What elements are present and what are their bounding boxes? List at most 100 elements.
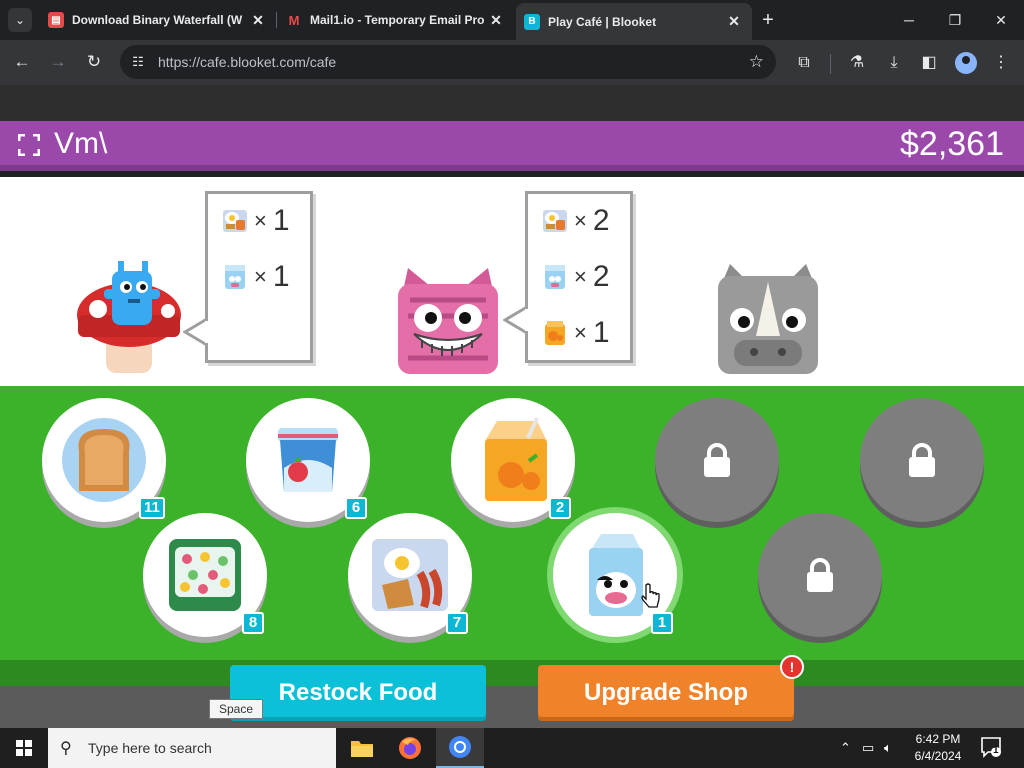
- orange-juice-icon: [545, 321, 565, 345]
- mail-favicon-icon: M: [286, 12, 302, 28]
- food-slot-locked[interactable]: [655, 398, 779, 522]
- customer-pink-cat-avatar: [398, 268, 498, 374]
- back-arrow-icon[interactable]: ←: [10, 50, 34, 74]
- customer-blue-alien-avatar: [77, 261, 181, 373]
- times-sign: ×: [574, 264, 587, 289]
- close-window-button[interactable]: ✕: [978, 0, 1024, 40]
- page-top-bar: [0, 85, 1024, 121]
- food-count-milk: 1: [651, 612, 673, 634]
- chrome-icon: [449, 736, 471, 758]
- times-sign: ×: [254, 208, 267, 233]
- food-count-cereal: 8: [242, 612, 264, 634]
- tab-binary-waterfall[interactable]: ▤ Download Binary Waterfall (W ✕: [40, 4, 276, 36]
- tab-close-icon[interactable]: ✕: [248, 12, 268, 29]
- taskbar-search-box[interactable]: ⚲ Type here to search: [48, 728, 336, 768]
- clock-date: 6/4/2024: [914, 749, 962, 763]
- breakfast-plate-icon: [543, 210, 567, 232]
- order-item: × 1: [222, 204, 290, 238]
- labs-flask-icon[interactable]: ⚗: [846, 52, 868, 74]
- tab-search-button[interactable]: ⌄: [8, 8, 32, 32]
- restore-button[interactable]: ❐: [932, 0, 978, 40]
- fullscreen-icon[interactable]: [18, 134, 40, 156]
- order-item: × 2: [542, 260, 610, 294]
- tab-mail1[interactable]: M Mail1.io - Temporary Email Pro ✕: [278, 4, 514, 36]
- store-favicon-icon: ▤: [48, 12, 64, 28]
- food-count-yogurt: 6: [345, 497, 367, 519]
- order-quantity: 1: [272, 260, 290, 293]
- reload-icon[interactable]: ↻: [82, 50, 106, 74]
- site-info-icon[interactable]: ☷: [130, 54, 146, 70]
- food-count-breakfast-plate: 7: [446, 612, 468, 634]
- firefox-icon: [399, 737, 421, 759]
- search-icon: ⚲: [60, 740, 72, 757]
- browser-toolbar: ← → ↻ ☷ https://cafe.blooket.com/cafe ☆ …: [0, 40, 1024, 85]
- folder-icon: [351, 741, 373, 757]
- toolbar-divider: [830, 54, 831, 74]
- file-explorer-taskbar-button[interactable]: [338, 728, 386, 768]
- firefox-taskbar-button[interactable]: [386, 728, 434, 768]
- side-panel-icon[interactable]: ◧: [918, 52, 940, 74]
- food-count-orange-juice: 2: [549, 497, 571, 519]
- space-key-hint: Space: [209, 699, 263, 719]
- toast-icon: [62, 418, 146, 502]
- cereal-icon: [169, 539, 241, 611]
- tab-title: Download Binary Waterfall (W: [72, 13, 243, 27]
- bubble-tail: [503, 305, 529, 335]
- cash-amount: $2,361: [900, 125, 1004, 163]
- lock-icon: [807, 558, 833, 592]
- upgrade-shop-button[interactable]: Upgrade Shop: [538, 665, 794, 721]
- extensions-icon[interactable]: ⧉: [793, 52, 815, 74]
- yogurt-icon: [278, 428, 338, 492]
- blooket-favicon-icon: B: [524, 13, 540, 30]
- notification-count: 1: [993, 745, 999, 756]
- order-item: × 1: [542, 316, 610, 350]
- hand-cursor-icon: [641, 583, 660, 608]
- order-item: × 2: [542, 204, 610, 238]
- tab-close-icon[interactable]: ✕: [724, 13, 744, 30]
- times-sign: ×: [574, 320, 587, 345]
- browser-tab-bar: ⌄ ▤ Download Binary Waterfall (W ✕ M Mai…: [0, 0, 1024, 40]
- game-header: Vm\ $2,361: [0, 121, 1024, 171]
- milk-carton-icon: [545, 265, 565, 289]
- restock-food-button[interactable]: Restock Food: [230, 665, 486, 721]
- tab-close-icon[interactable]: ✕: [486, 12, 506, 29]
- network-icon[interactable]: ▭: [862, 740, 874, 756]
- times-sign: ×: [574, 208, 587, 233]
- tab-play-cafe[interactable]: B Play Café | Blooket ✕: [516, 3, 752, 40]
- breakfast-plate-icon: [372, 539, 448, 611]
- chrome-taskbar-button[interactable]: [436, 728, 484, 768]
- menu-kebab-icon[interactable]: ⋮: [990, 52, 1012, 74]
- start-button[interactable]: [0, 728, 48, 768]
- bubble-tail: [183, 317, 209, 347]
- order-item: × 1: [222, 260, 290, 294]
- food-slot-locked[interactable]: [758, 513, 882, 637]
- chevron-up-icon[interactable]: ⌃: [840, 740, 851, 756]
- minimize-button[interactable]: ─: [886, 0, 932, 40]
- orange-juice-icon: [485, 417, 547, 501]
- milk-carton-icon: [225, 265, 245, 289]
- download-icon[interactable]: ⤓: [883, 52, 905, 74]
- order-quantity: 2: [592, 204, 610, 237]
- url-text[interactable]: https://cafe.blooket.com/cafe: [158, 54, 336, 70]
- food-slot-locked[interactable]: [860, 398, 984, 522]
- tab-title: Play Café | Blooket: [548, 14, 657, 29]
- lock-icon: [704, 443, 730, 477]
- lock-icon: [909, 443, 935, 477]
- notification-center-button[interactable]: 1: [980, 736, 1004, 760]
- customer-area: × 1 × 1 × 2 × 2 × 1: [0, 177, 1024, 386]
- tab-title: Mail1.io - Temporary Email Pro: [310, 13, 485, 27]
- food-shelf-base: [0, 660, 1024, 686]
- address-bar[interactable]: ☷ https://cafe.blooket.com/cafe ☆: [120, 45, 776, 79]
- taskbar-clock[interactable]: 6:42 PM 6/4/2024: [908, 731, 968, 765]
- volume-muted-icon[interactable]: 🔈︎: [884, 740, 892, 756]
- windows-logo-icon: [16, 740, 32, 756]
- bookmark-star-icon[interactable]: ☆: [749, 52, 764, 72]
- food-count-toast: 11: [139, 497, 165, 519]
- forward-arrow-icon[interactable]: →: [46, 50, 70, 74]
- clock-time: 6:42 PM: [915, 732, 961, 746]
- order-quantity: 1: [592, 316, 610, 349]
- order-bubble-customer-1: × 1 × 1: [205, 191, 313, 363]
- search-placeholder: Type here to search: [88, 740, 212, 756]
- new-tab-button[interactable]: +: [756, 8, 780, 32]
- profile-avatar-icon[interactable]: [955, 52, 977, 74]
